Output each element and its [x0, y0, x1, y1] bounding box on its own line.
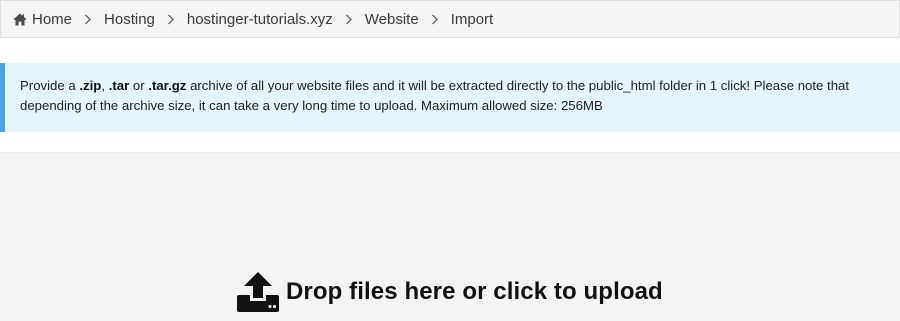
breadcrumb-home[interactable]: Home	[13, 11, 72, 28]
breadcrumb-domain[interactable]: hostinger-tutorials.xyz	[187, 11, 333, 28]
breadcrumb-website[interactable]: Website	[365, 11, 419, 28]
home-icon	[13, 13, 27, 25]
dropzone-label: Drop files here or click to upload	[286, 278, 663, 305]
notice-text-comma: ,	[101, 78, 109, 93]
breadcrumb-import: Import	[451, 11, 494, 28]
dropzone-content[interactable]: Drop files here or click to upload	[236, 271, 663, 313]
notice-ext-zip: .zip	[79, 78, 102, 93]
info-notice: Provide a .zip, .tar or .tar.gz archive …	[0, 63, 900, 132]
upload-icon	[237, 272, 279, 312]
breadcrumb: Home Hosting hostinger-tutorials.xyz Web…	[0, 0, 900, 38]
notice-text-prefix: Provide a	[20, 78, 80, 93]
breadcrumb-label: Import	[450, 10, 494, 28]
breadcrumb-hosting[interactable]: Hosting	[104, 11, 155, 28]
chevron-right-icon	[431, 14, 439, 25]
breadcrumb-label: Hosting	[104, 10, 155, 28]
notice-ext-tar: .tar	[108, 78, 130, 93]
notice-ext-targz: .tar.gz	[148, 78, 187, 93]
notice-text-or: or	[129, 78, 149, 93]
file-dropzone[interactable]: Drop files here or click to upload	[0, 152, 900, 321]
breadcrumb-label: hostinger-tutorials.xyz	[186, 10, 333, 28]
chevron-right-icon	[345, 14, 353, 25]
breadcrumb-label: Website	[364, 10, 419, 28]
breadcrumb-label: Home	[32, 10, 73, 28]
chevron-right-icon	[84, 14, 92, 25]
chevron-right-icon	[167, 14, 175, 25]
